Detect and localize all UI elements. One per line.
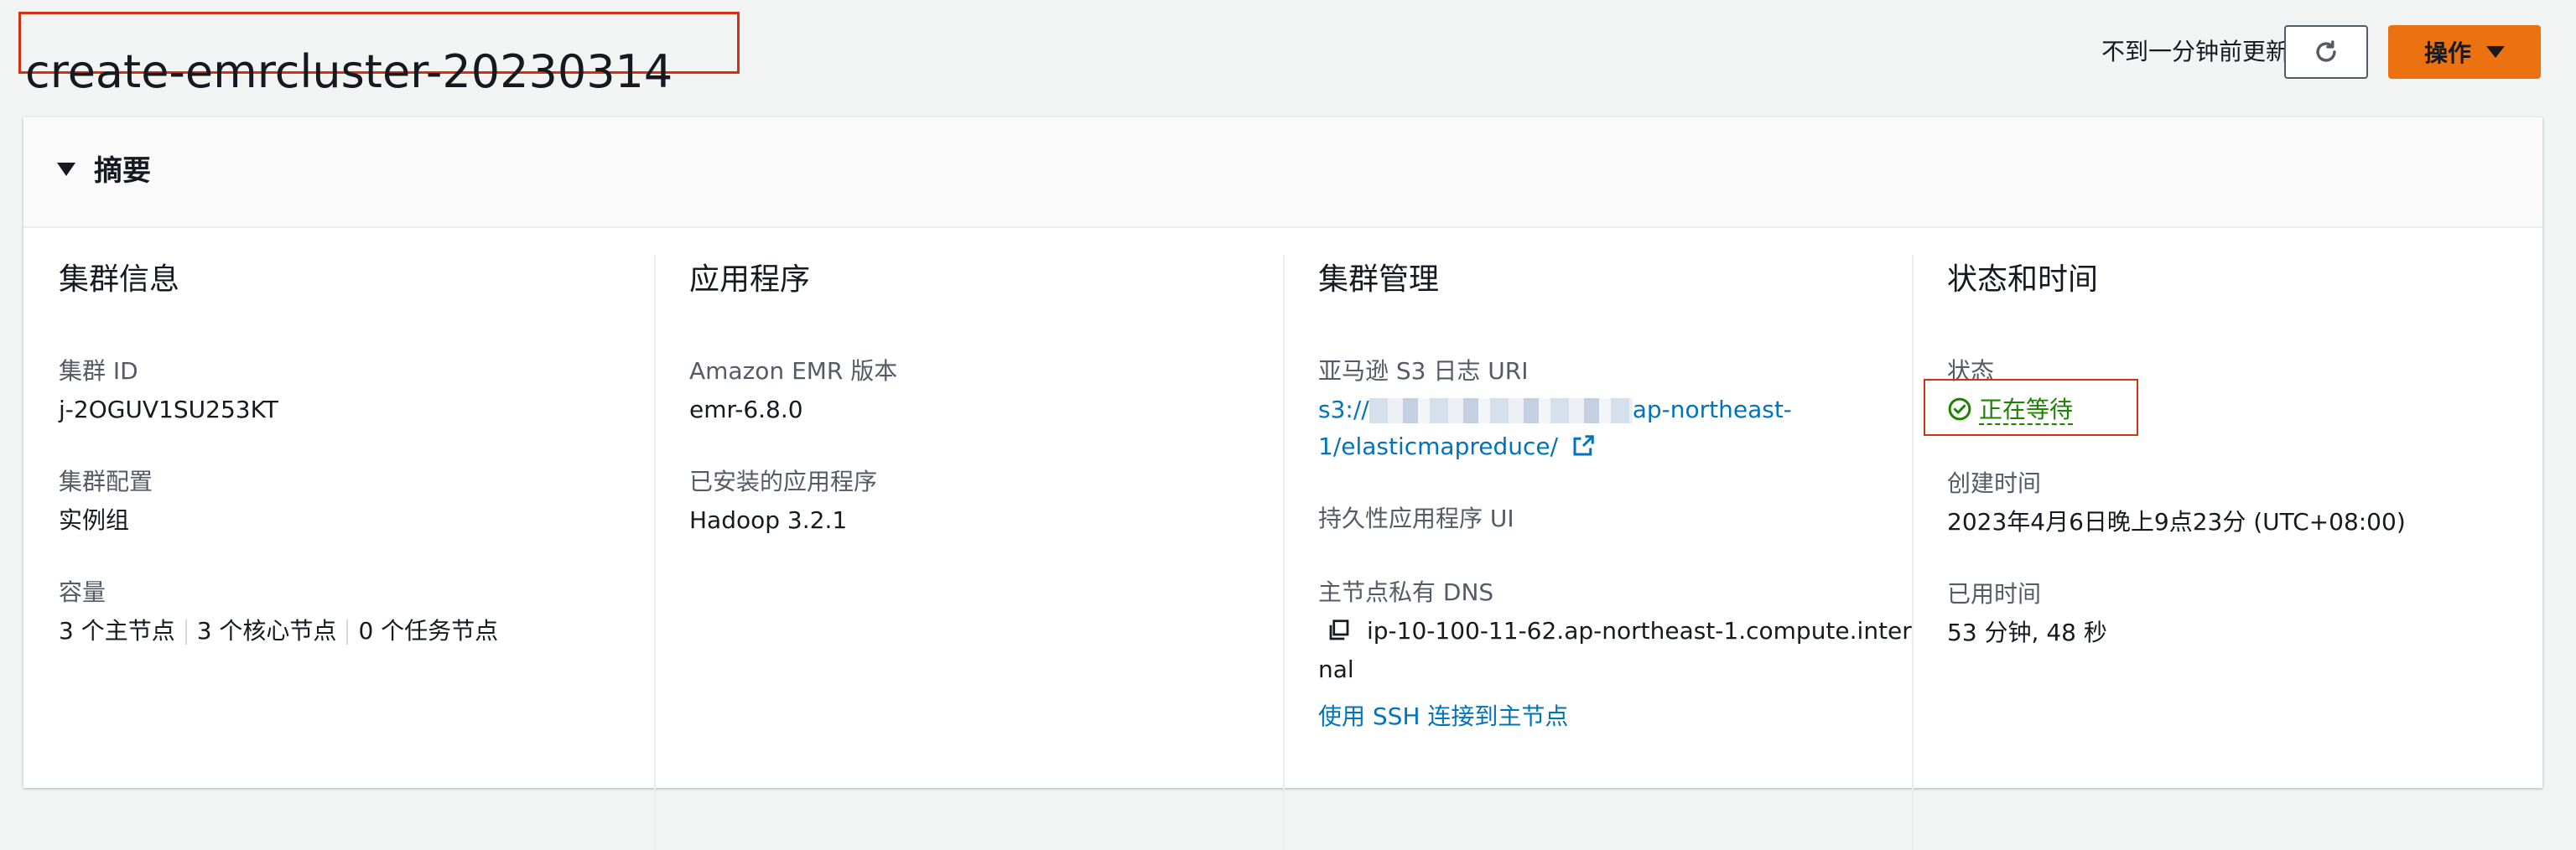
s3-uri-prefix: s3://	[1318, 396, 1369, 423]
s3-uri-suffix: ap-northeast-	[1632, 396, 1792, 423]
private-dns-value: ip-10-100-11-62.ap-northeast-1.compute.i…	[1318, 615, 1912, 647]
cluster-id-label: 集群 ID	[59, 357, 138, 385]
summary-panel-header[interactable]: 摘要	[23, 117, 2542, 228]
refresh-button[interactable]	[2284, 25, 2368, 79]
column-divider	[654, 255, 656, 850]
status-highlight-box	[1924, 379, 2138, 436]
capacity-primary: 3 个主节点	[59, 617, 175, 645]
page-title: create-emrcluster-20230314	[25, 45, 673, 99]
s3-log-uri-label: 亚马逊 S3 日志 URI	[1318, 357, 1529, 385]
expand-triangle-icon[interactable]	[57, 163, 75, 176]
actions-button-label: 操作	[2423, 39, 2471, 67]
status-time-heading: 状态和时间	[1947, 262, 2099, 297]
column-divider	[1283, 255, 1285, 850]
persistent-ui-label: 持久性应用程序 UI	[1318, 505, 1514, 532]
capacity-label: 容量	[59, 578, 106, 606]
installed-apps-value: Hadoop 3.2.1	[689, 506, 848, 534]
elapsed-time-label: 已用时间	[1947, 580, 2042, 608]
created-time-value: 2023年4月6日晚上9点23分 (UTC+08:00)	[1947, 508, 2406, 536]
installed-apps-label: 已安装的应用程序	[689, 468, 878, 495]
actions-button[interactable]: 操作	[2388, 25, 2541, 79]
applications-heading: 应用程序	[689, 262, 811, 297]
summary-title: 摘要	[94, 154, 151, 188]
divider	[184, 619, 187, 645]
s3-log-uri-link[interactable]: s3:// ap-northeast-	[1318, 394, 1792, 426]
private-dns-label: 主节点私有 DNS	[1318, 578, 1494, 606]
cluster-config-label: 集群配置	[59, 468, 153, 495]
s3-uri-line2: 1/elasticmapreduce/	[1318, 433, 1559, 460]
created-time-label: 创建时间	[1947, 469, 2042, 497]
column-divider	[1912, 255, 1914, 850]
capacity-value: 3 个主节点 3 个核心节点 0 个任务节点	[59, 615, 498, 647]
caret-down-icon	[2486, 46, 2505, 58]
divider	[346, 619, 349, 645]
last-updated-text: 不到一分钟前更新	[2101, 38, 2289, 65]
cluster-config-value: 实例组	[59, 506, 130, 534]
cluster-id-value: j-2OGUV1SU253KT	[59, 396, 278, 423]
elapsed-time-value: 53 分钟, 48 秒	[1947, 619, 2107, 646]
emr-version-label: Amazon EMR 版本	[689, 357, 898, 385]
redacted-bucket	[1368, 398, 1633, 423]
emr-version-value: emr-6.8.0	[689, 396, 803, 423]
ssh-connect-link[interactable]: 使用 SSH 连接到主节点	[1318, 701, 1568, 733]
copy-icon[interactable]	[1327, 618, 1352, 643]
summary-panel: 摘要 集群信息 集群 ID j-2OGUV1SU253KT 集群配置 实例组 容…	[23, 117, 2542, 850]
refresh-icon	[2316, 40, 2336, 62]
cluster-info-heading: 集群信息	[59, 262, 180, 297]
cluster-management-heading: 集群管理	[1318, 262, 1440, 297]
external-link-icon	[1573, 435, 1594, 456]
page-header: create-emrcluster-20230314 不到一分钟前更新 操作	[0, 0, 2576, 109]
dns-line2: nal	[1318, 656, 1354, 683]
dns-line1: ip-10-100-11-62.ap-northeast-1.compute.i…	[1367, 617, 1912, 645]
s3-log-uri-link-line2[interactable]: 1/elasticmapreduce/	[1318, 431, 1596, 463]
capacity-core: 3 个核心节点	[196, 617, 337, 645]
capacity-task: 0 个任务节点	[358, 617, 499, 645]
